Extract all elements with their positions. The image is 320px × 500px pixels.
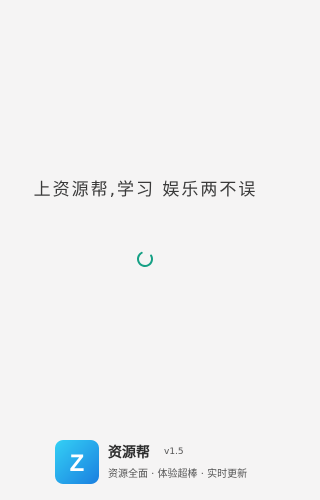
z-logo-icon: Z [55, 440, 99, 484]
logo-letter: Z [70, 450, 85, 477]
loading-spinner-icon [137, 251, 153, 267]
splash-tagline: 上资源帮,学习 娱乐两不误 [33, 180, 258, 200]
brand-footer: Z 资源帮 v1.5 资源全面 · 体验超棒 · 实时更新 [55, 440, 275, 484]
app-name: 资源帮 [108, 445, 150, 461]
app-slogan: 资源全面 · 体验超棒 · 实时更新 [108, 469, 248, 480]
app-version: v1.5 [164, 447, 184, 457]
splash-screen: 上资源帮,学习 娱乐两不误 Z 资源帮 v1.5 资源全面 · 体验超棒 · 实… [0, 0, 291, 500]
